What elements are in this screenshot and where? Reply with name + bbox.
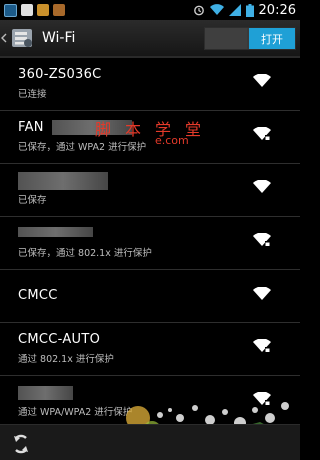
- package-icon: [53, 4, 65, 16]
- bottom-toolbar: [0, 424, 300, 460]
- battery-icon: [245, 3, 254, 17]
- redacted-text: [18, 386, 73, 400]
- back-button[interactable]: [1, 28, 9, 48]
- dialog-icon: [21, 4, 33, 16]
- redacted-text: [18, 227, 93, 237]
- redacted-text: [18, 172, 108, 190]
- network-item[interactable]: 已保存，通过 802.1x 进行保护: [0, 217, 300, 270]
- network-status: 已保存，通过 802.1x 进行保护: [18, 248, 152, 259]
- wifi-signal-locked-icon: [253, 233, 271, 246]
- status-bar: 20:26: [0, 0, 300, 20]
- wifi-signal-icon: [253, 180, 271, 193]
- wifi-signal-locked-icon: [253, 339, 271, 352]
- wifi-toggle[interactable]: 打开: [204, 27, 296, 50]
- cell-signal-icon: [228, 4, 241, 16]
- watermark-url: e.com: [155, 134, 189, 147]
- network-status: 已连接: [18, 89, 47, 100]
- network-name: CMCC: [18, 288, 58, 303]
- clock: 20:26: [258, 2, 296, 18]
- network-item[interactable]: CMCC: [0, 270, 300, 323]
- refresh-scan-icon[interactable]: [10, 433, 32, 455]
- network-status: 已保存: [18, 195, 47, 206]
- network-item[interactable]: 已保存: [0, 164, 300, 217]
- image-icon: [37, 4, 49, 16]
- page-title: Wi-Fi: [42, 30, 76, 46]
- alarm-icon: [193, 5, 204, 16]
- wifi-signal-icon: [253, 74, 271, 87]
- wifi-signal-icon: [209, 4, 224, 16]
- settings-wifi-icon: [12, 29, 32, 47]
- network-item[interactable]: 360-ZS036C 已连接: [0, 58, 300, 111]
- action-bar: Wi-Fi 打开: [0, 20, 300, 58]
- network-status: 已保存，通过 WPA2 进行保护: [18, 142, 147, 153]
- toggle-off-area: [205, 28, 247, 49]
- photo-icon: [4, 3, 17, 17]
- wifi-signal-icon: [253, 287, 271, 300]
- toggle-on-label: 打开: [249, 28, 295, 49]
- network-name: 360-ZS036C: [18, 67, 102, 82]
- wifi-signal-locked-icon: [253, 127, 271, 140]
- chevron-left-icon: [1, 33, 7, 43]
- network-name: FAN: [18, 120, 44, 135]
- network-name: CMCC-AUTO: [18, 332, 101, 347]
